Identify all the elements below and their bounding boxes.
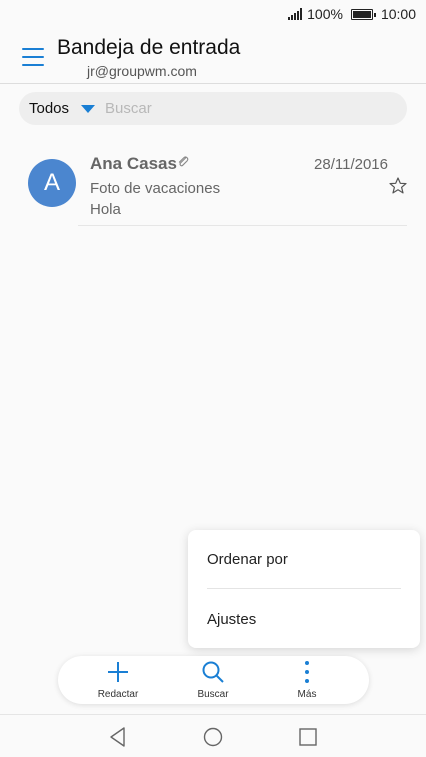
menu-item-sort-by[interactable]: Ordenar por <box>207 551 288 568</box>
status-bar: 100% 10:00 <box>0 0 426 28</box>
more-label: Más <box>297 689 317 700</box>
back-icon[interactable] <box>107 726 129 748</box>
overflow-menu: Ordenar por Ajustes <box>188 530 420 648</box>
search-input[interactable] <box>105 100 366 117</box>
email-date: 28/11/2016 <box>314 156 388 173</box>
more-vertical-icon <box>305 661 309 683</box>
email-subject: Foto de vacaciones <box>90 180 221 197</box>
account-email: jr@groupwm.com <box>87 63 197 79</box>
sender-avatar: A <box>28 159 76 207</box>
search-icon <box>202 661 224 683</box>
caret-down-icon[interactable] <box>81 104 96 113</box>
menu-item-settings[interactable]: Ajustes <box>207 611 256 628</box>
divider <box>78 225 407 226</box>
folder-filter-dropdown[interactable]: Todos <box>29 100 69 117</box>
more-button[interactable]: Más <box>272 660 342 700</box>
system-navigation-bar <box>0 714 426 757</box>
divider <box>207 588 401 589</box>
plus-icon <box>108 662 128 682</box>
compose-label: Redactar <box>97 689 139 700</box>
email-preview: Hola <box>90 201 121 218</box>
star-icon[interactable] <box>388 176 408 196</box>
app-header: Bandeja de entrada jr@groupwm.com <box>0 28 426 84</box>
battery-percentage: 100% <box>307 6 343 22</box>
compose-button[interactable]: Redactar <box>83 660 153 700</box>
hamburger-menu-icon[interactable] <box>22 48 44 66</box>
signal-icon <box>288 8 303 20</box>
bottom-action-bar: Redactar Buscar Más <box>58 656 369 704</box>
search-label: Buscar <box>197 689 229 700</box>
recent-apps-icon[interactable] <box>297 726 319 748</box>
battery-icon <box>350 8 376 20</box>
clock: 10:00 <box>380 6 416 22</box>
attachment-icon <box>178 156 189 167</box>
email-sender: Ana Casas <box>90 154 177 173</box>
page-title: Bandeja de entrada <box>57 36 241 59</box>
search-button[interactable]: Buscar <box>178 660 248 700</box>
filter-search-bar: Todos <box>19 92 407 125</box>
home-icon[interactable] <box>202 726 224 748</box>
email-list-item[interactable]: A Ana Casas 28/11/2016 Foto de vacacione… <box>0 145 426 227</box>
